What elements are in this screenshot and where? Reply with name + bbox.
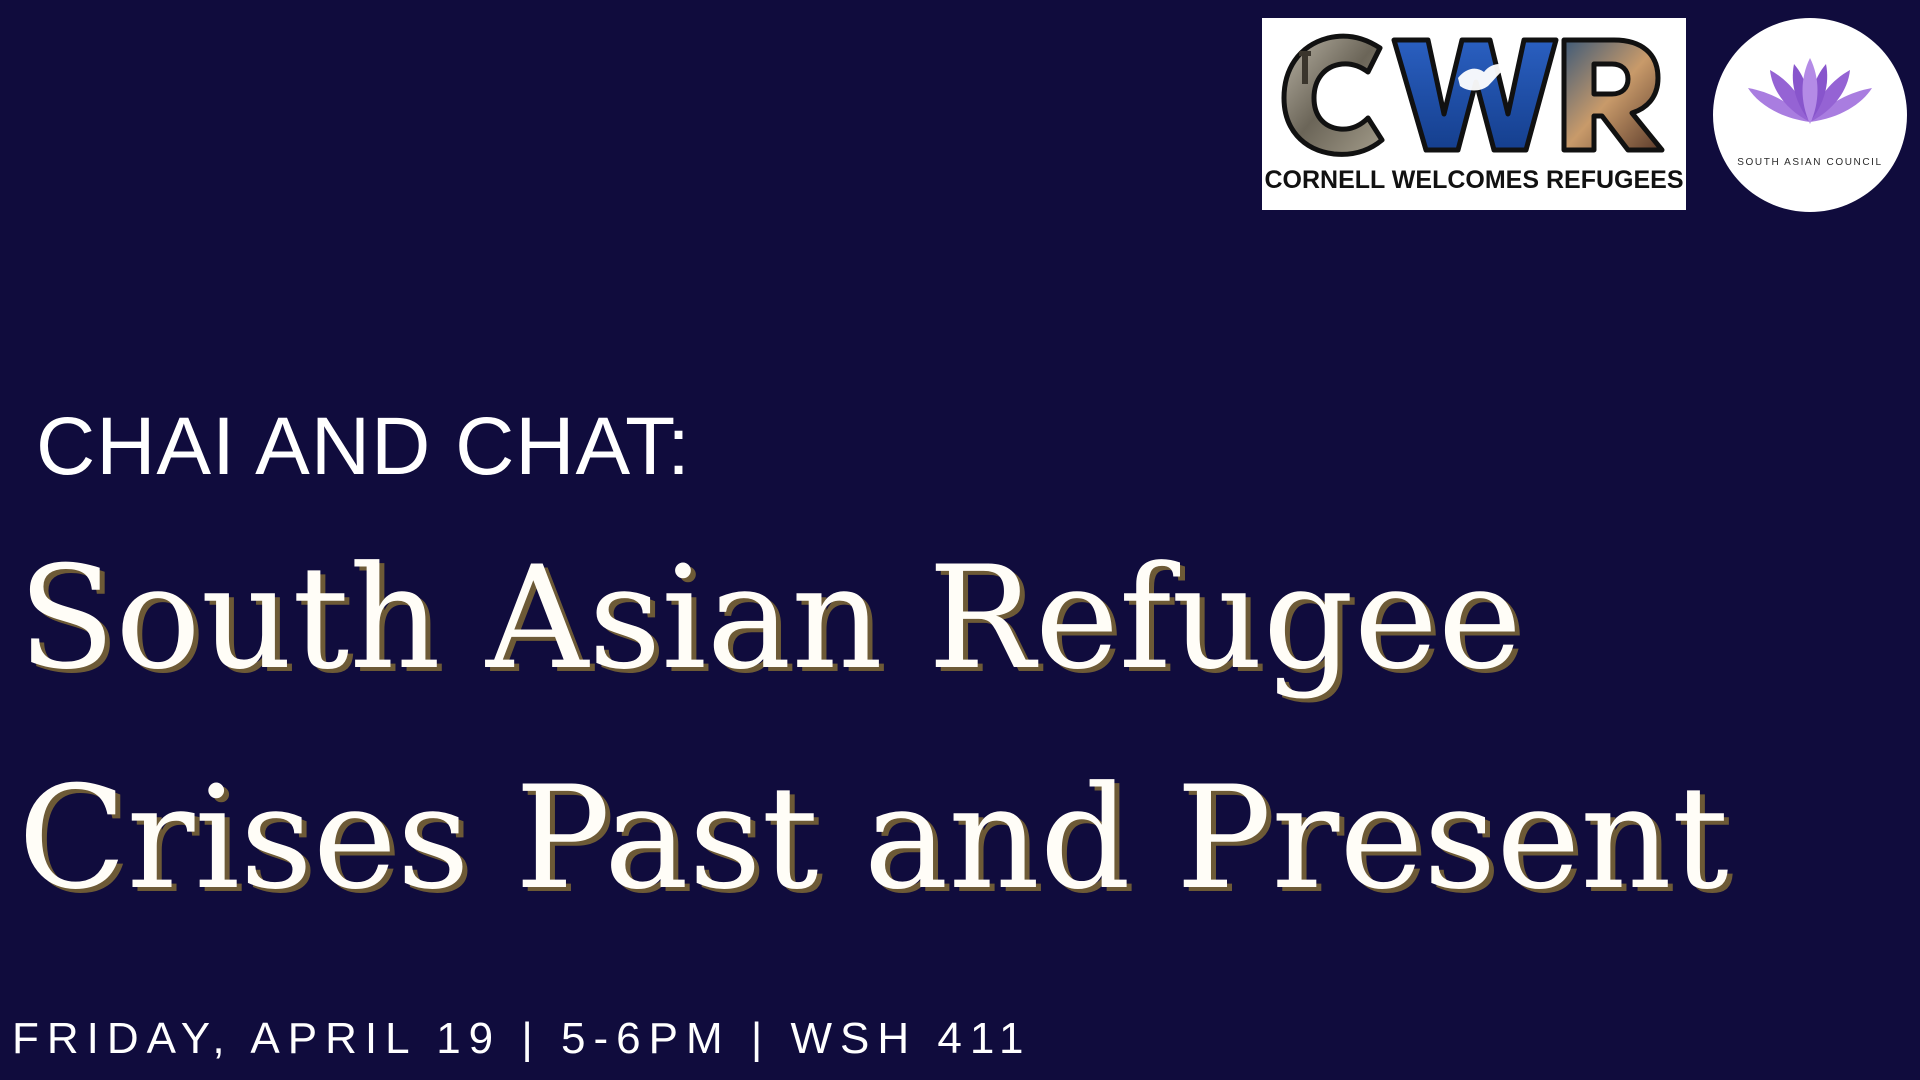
event-details: FRIDAY, APRIL 19 | 5-6PM | WSH 411 bbox=[12, 1014, 1032, 1063]
event-slide: CORNELL WELCOMES REFUGEES SOUTH ASIAN CO… bbox=[0, 0, 1920, 1080]
cwr-letters-graphic bbox=[1281, 33, 1665, 157]
event-eyebrow: CHAI AND CHAT: bbox=[36, 401, 691, 492]
lotus-icon bbox=[1748, 58, 1872, 124]
sac-caption: SOUTH ASIAN COUNCIL bbox=[1737, 157, 1883, 168]
event-title-line1: South Asian Refugee bbox=[18, 536, 1522, 701]
event-title-line2: Crises Past and Present bbox=[18, 756, 1729, 921]
sac-logo: SOUTH ASIAN COUNCIL bbox=[1713, 18, 1907, 212]
cwr-logo: CORNELL WELCOMES REFUGEES bbox=[1262, 18, 1686, 210]
cwr-caption: CORNELL WELCOMES REFUGEES bbox=[1264, 166, 1684, 194]
